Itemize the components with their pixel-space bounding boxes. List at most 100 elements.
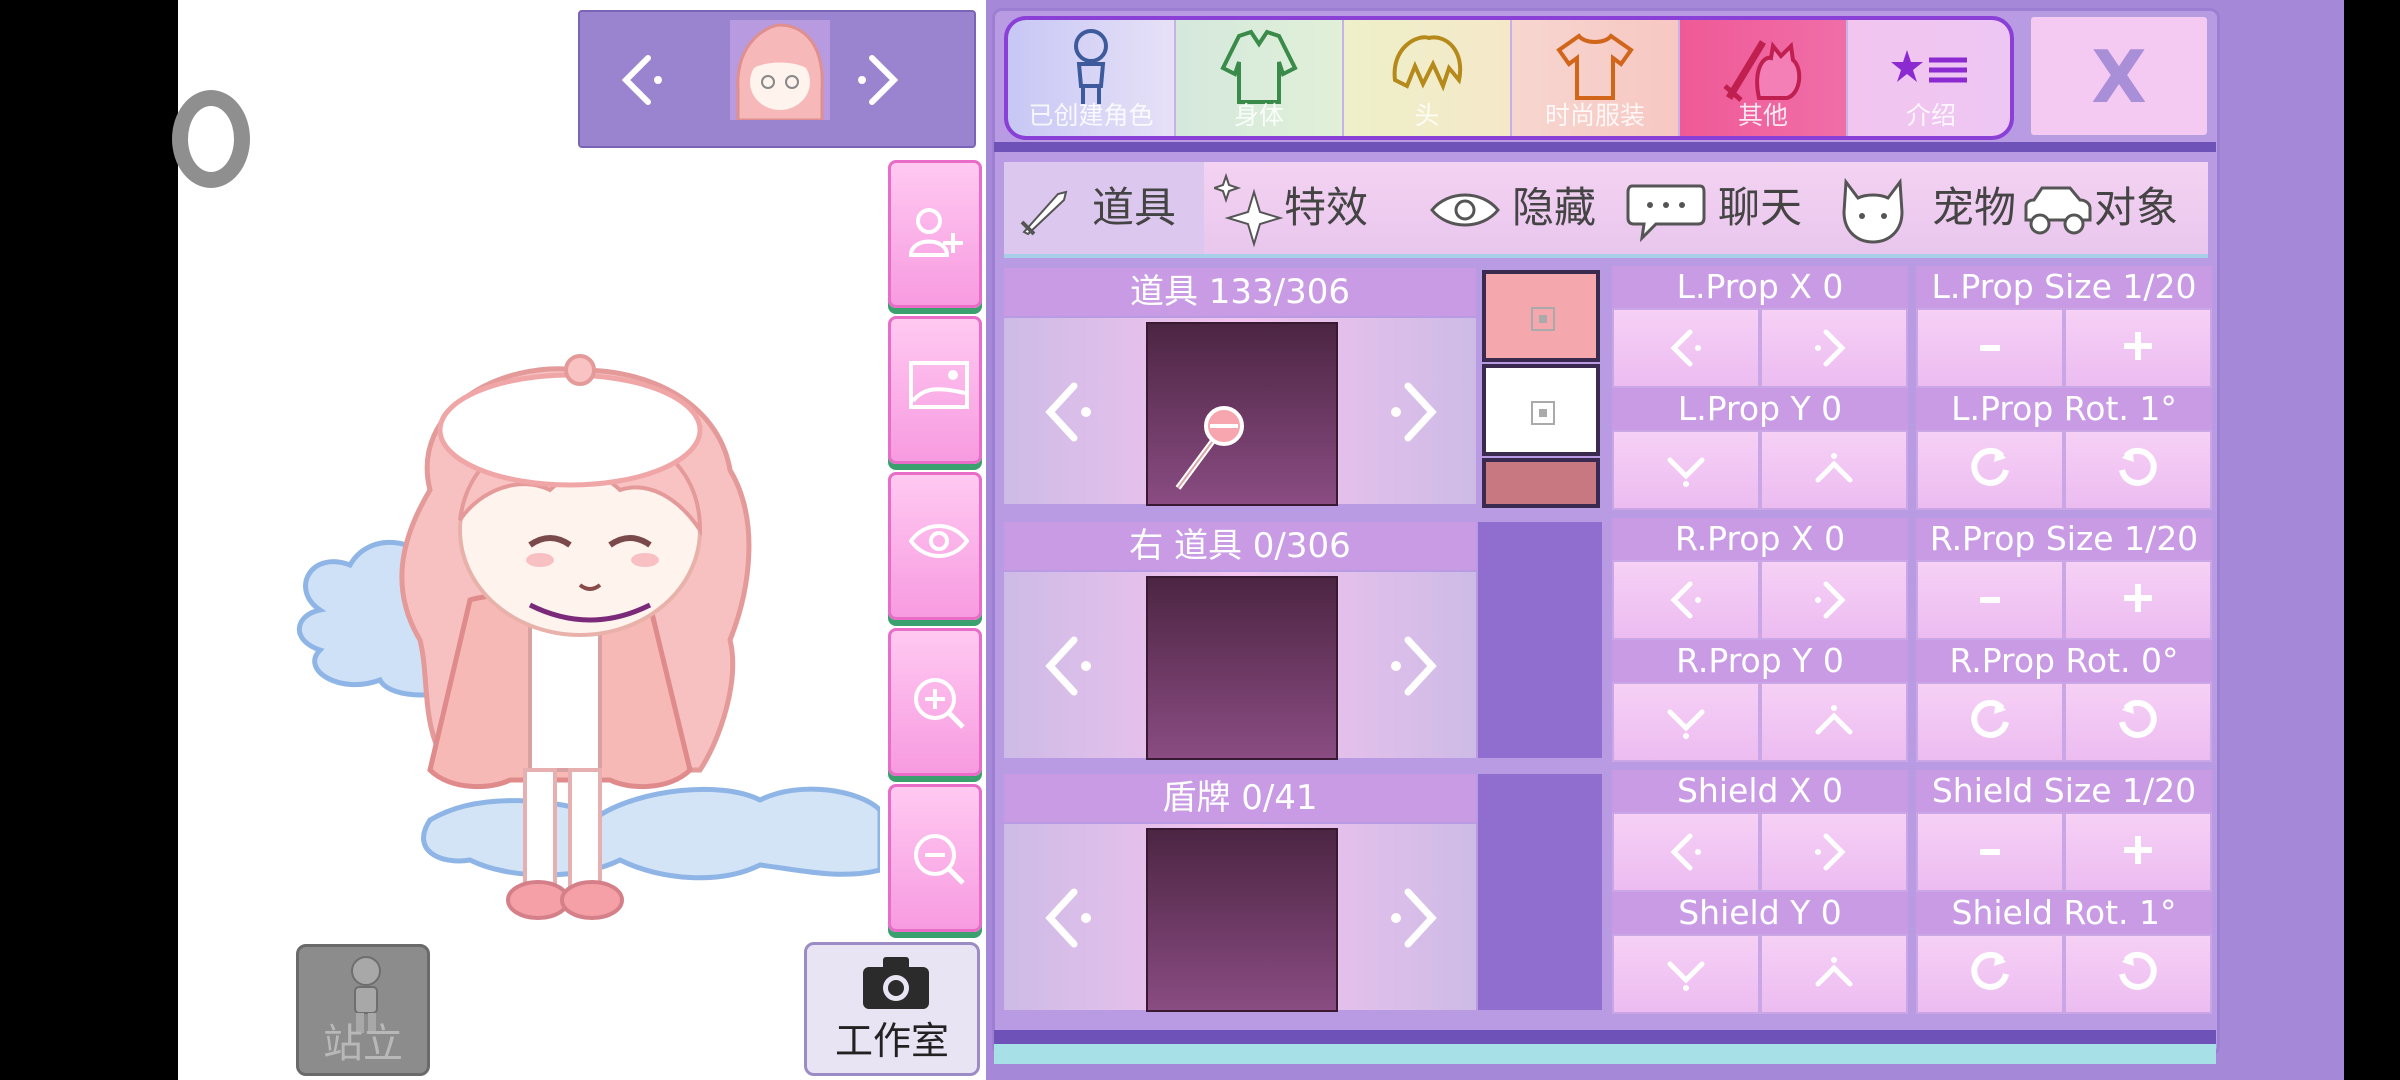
left-prop-rotate-ccw-button[interactable]: [1916, 430, 2064, 510]
jacket-icon: [1220, 29, 1298, 104]
shield-rotate-cw-button[interactable]: [2064, 934, 2212, 1014]
ccw-icon: [1971, 447, 2009, 486]
tab-head[interactable]: 头: [1344, 20, 1512, 136]
star-list-icon: [1891, 50, 1967, 83]
left-prop-size-increase-button[interactable]: [2064, 308, 2212, 388]
shield-rotation-label: Shield Rot. 1°: [1916, 892, 2212, 934]
ccw-icon: [1971, 951, 2009, 990]
prev-right-prop-button[interactable]: [1028, 626, 1108, 706]
tab-body[interactable]: 身体: [1176, 20, 1344, 136]
studio-button[interactable]: 工作室: [804, 942, 980, 1076]
right-prop-y-increase-button[interactable]: [1760, 682, 1908, 762]
minus-icon: [1980, 345, 2000, 351]
right-prop-size-label: R.Prop Size 1/20: [1916, 518, 2212, 560]
sparkle-icon: [1214, 172, 1284, 248]
tab-intro[interactable]: 介绍: [1848, 20, 2010, 136]
color-swatch-2[interactable]: [1482, 364, 1600, 456]
shirt-icon: [1556, 33, 1634, 100]
right-prop-y-decrease-button[interactable]: [1612, 682, 1760, 762]
subtab-objects[interactable]: 对象: [2022, 162, 2208, 254]
right-prop-x-decrease-button[interactable]: [1612, 560, 1760, 640]
left-prop-y-decrease-button[interactable]: [1612, 430, 1760, 510]
sword-cat-icon: [1723, 40, 1802, 102]
record-toggle[interactable]: [172, 90, 250, 188]
subtab-label: 聊天: [1718, 183, 1803, 232]
minus-icon: [1980, 597, 2000, 603]
right-prop-rotate-cw-button[interactable]: [2064, 682, 2212, 762]
right-prop-title: 右 道具 0/306: [1004, 522, 1476, 570]
cw-icon: [2119, 699, 2157, 738]
subtab-hide[interactable]: 隐藏: [1424, 162, 1624, 254]
tab-fashion[interactable]: 时尚服装: [1512, 20, 1680, 136]
subtab-pets[interactable]: 宠物: [1840, 162, 2026, 254]
shield-size-increase-button[interactable]: [2064, 812, 2212, 892]
left-prop-x-increase-button[interactable]: [1760, 308, 1908, 388]
right-prop-selector: [1004, 572, 1476, 760]
subtab-label: 特效: [1284, 183, 1369, 232]
left-prop-rotation-label: L.Prop Rot. 1°: [1916, 388, 2212, 430]
next-shield-button[interactable]: [1374, 878, 1454, 958]
prev-left-prop-button[interactable]: [1028, 372, 1108, 452]
left-prop-size-decrease-button[interactable]: [1916, 308, 2064, 388]
chevron-right-icon: [858, 55, 899, 105]
add-character-button[interactable]: [888, 160, 982, 308]
next-character-button[interactable]: [850, 40, 910, 120]
left-icon: [1670, 581, 1701, 619]
shield-x-decrease-button[interactable]: [1612, 812, 1760, 892]
down-icon: [1667, 961, 1705, 991]
subtab-effects[interactable]: 特效: [1210, 162, 1410, 254]
subtab-label: 道具: [1092, 183, 1177, 232]
tab-label: 介绍: [1905, 101, 1956, 130]
eye-icon: [909, 524, 969, 558]
left-prop-rotate-cw-button[interactable]: [2064, 430, 2212, 510]
left-prop-title: 道具 133/306: [1004, 268, 1476, 316]
stand-label: 站立: [323, 1021, 403, 1067]
tab-created-characters[interactable]: 已创建角色: [1008, 20, 1176, 136]
subtab-chat[interactable]: 聊天: [1626, 162, 1826, 254]
swatch-marker-icon: [1531, 307, 1555, 331]
up-icon: [1815, 705, 1853, 735]
visibility-button[interactable]: [888, 472, 982, 620]
shield-x-increase-button[interactable]: [1760, 812, 1908, 892]
prev-character-button[interactable]: [610, 40, 670, 120]
tab-label: 身体: [1233, 101, 1284, 130]
down-icon: [1667, 709, 1705, 739]
right-prop-x-increase-button[interactable]: [1760, 560, 1908, 640]
tab-other[interactable]: 其他: [1680, 20, 1848, 136]
left-prop-x-decrease-button[interactable]: [1612, 308, 1760, 388]
shield-side-panel: [1478, 774, 1602, 1010]
next-left-prop-button[interactable]: [1374, 372, 1454, 452]
hair-icon: [1392, 35, 1463, 92]
left-prop-y-increase-button[interactable]: [1760, 430, 1908, 510]
stand-pose-button[interactable]: 站立: [296, 944, 430, 1076]
zoom-out-icon: [914, 834, 965, 885]
prev-shield-button[interactable]: [1028, 878, 1108, 958]
left-prop-size-label: L.Prop Size 1/20: [1916, 266, 2212, 308]
right-prop-y-label: R.Prop Y 0: [1612, 640, 1908, 682]
color-swatch-1[interactable]: [1482, 270, 1600, 362]
shield-y-increase-button[interactable]: [1760, 934, 1908, 1014]
next-right-prop-button[interactable]: [1374, 626, 1454, 706]
subtab-props[interactable]: 道具: [1004, 162, 1204, 254]
shield-rotate-ccw-button[interactable]: [1916, 934, 2064, 1014]
left-prop-preview: [1146, 322, 1338, 506]
shield-size-decrease-button[interactable]: [1916, 812, 2064, 892]
right-prop-rotate-ccw-button[interactable]: [1916, 682, 2064, 762]
zoom-out-button[interactable]: [888, 784, 982, 932]
shield-x-label: Shield X 0: [1612, 770, 1908, 812]
zoom-in-icon: [914, 678, 965, 729]
screen-edge: [2344, 0, 2400, 1080]
right-prop-size-increase-button[interactable]: [2064, 560, 2212, 640]
color-swatch-3[interactable]: [1482, 458, 1600, 508]
ccw-icon: [1971, 699, 2009, 738]
right-prop-size-decrease-button[interactable]: [1916, 560, 2064, 640]
down-icon: [1667, 457, 1705, 487]
chevron-right-icon: [1391, 636, 1437, 696]
character-avatar: [730, 20, 830, 120]
background-button[interactable]: [888, 316, 982, 464]
close-button[interactable]: X: [2028, 14, 2210, 138]
zoom-in-button[interactable]: [888, 628, 982, 776]
shield-selector: [1004, 824, 1476, 1012]
shield-y-decrease-button[interactable]: [1612, 934, 1760, 1014]
right-icon: [1815, 581, 1846, 619]
